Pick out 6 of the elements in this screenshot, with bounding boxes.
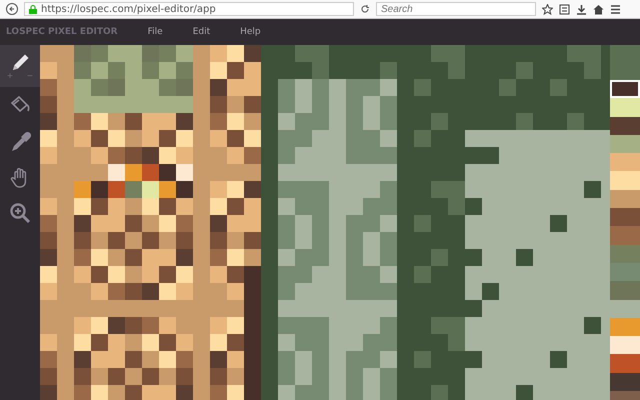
menu-item[interactable]: File <box>148 27 163 37</box>
search-field[interactable]: Search <box>376 2 536 16</box>
menu-item[interactable]: Edit <box>192 27 210 37</box>
menu-item[interactable]: Help <box>240 27 261 37</box>
address-bar[interactable]: https://lospec.com/pixel-editor/app <box>24 2 354 16</box>
app-title: LOSPEC PIXEL EDITOR <box>6 27 118 37</box>
